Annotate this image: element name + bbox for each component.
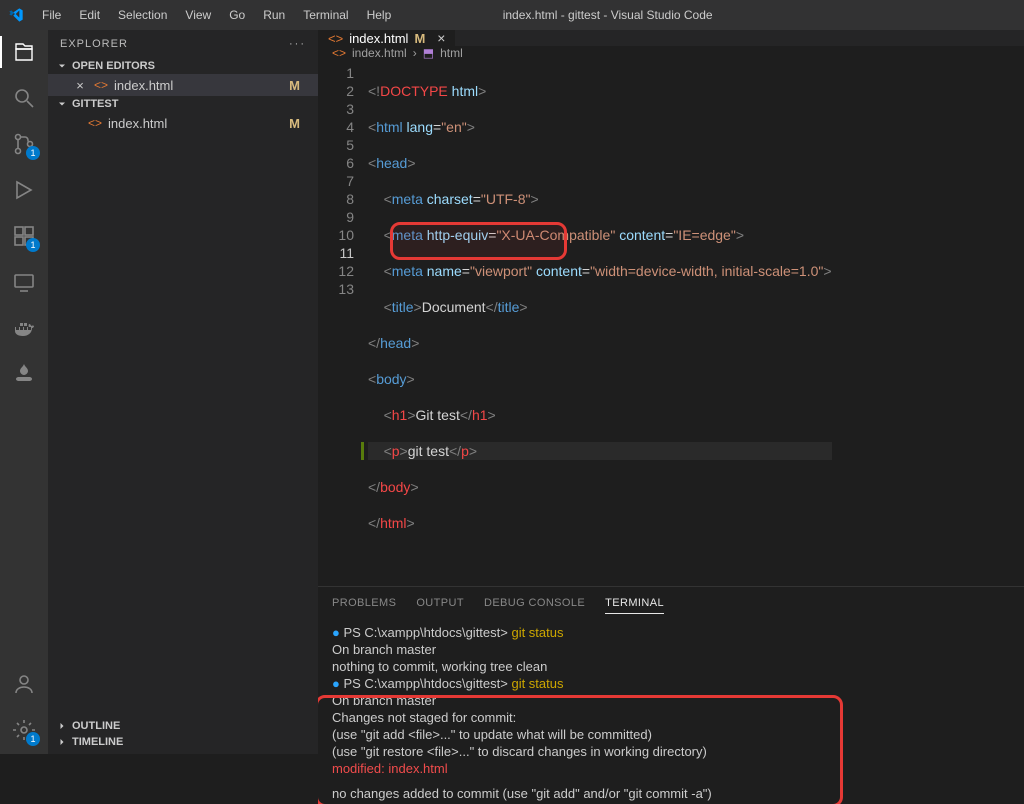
element-icon: ⬒	[423, 46, 434, 60]
editor-area: <> index.html M × <> index.html › ⬒ html…	[318, 30, 1024, 754]
timeline-section[interactable]: TIMELINE	[48, 734, 318, 750]
problems-tab[interactable]: PROBLEMS	[332, 593, 396, 614]
editor-tabs: <> index.html M ×	[318, 30, 1024, 46]
open-editor-item[interactable]: × <> index.html M	[48, 74, 318, 96]
panel-tabs: PROBLEMS OUTPUT DEBUG CONSOLE TERMINAL	[318, 587, 1024, 620]
tab-index-html[interactable]: <> index.html M ×	[318, 30, 456, 46]
menu-selection[interactable]: Selection	[110, 4, 175, 26]
remote-icon[interactable]	[10, 268, 38, 296]
html-file-icon: <>	[328, 31, 343, 46]
chevron-right-icon	[56, 720, 68, 732]
debug-console-tab[interactable]: DEBUG CONSOLE	[484, 593, 585, 614]
menu-view[interactable]: View	[177, 4, 219, 26]
html-file-icon: <>	[88, 116, 102, 130]
open-editor-filename: index.html	[114, 78, 283, 93]
extensions-badge: 1	[26, 238, 40, 252]
activity-bar: 1 1 1	[0, 30, 48, 754]
project-label: GITTEST	[72, 98, 118, 110]
menu-go[interactable]: Go	[221, 4, 253, 26]
chevron-right-icon	[56, 736, 68, 748]
code-editor[interactable]: 1 2 3 4 5 6 7 8 9 10 11 12 13 <!DOCTYPE …	[318, 60, 1024, 586]
scm-badge: 1	[26, 146, 40, 160]
code-content[interactable]: <!DOCTYPE html> <html lang="en"> <head> …	[368, 60, 832, 586]
docker-icon[interactable]	[10, 314, 38, 342]
html-file-icon: <>	[94, 78, 108, 92]
bottom-panel: PROBLEMS OUTPUT DEBUG CONSOLE TERMINAL ●…	[318, 586, 1024, 804]
account-icon[interactable]	[10, 670, 38, 698]
window-title: index.html - gittest - Visual Studio Cod…	[401, 8, 814, 22]
menu-edit[interactable]: Edit	[71, 4, 108, 26]
line-gutter: 1 2 3 4 5 6 7 8 9 10 11 12 13	[318, 60, 368, 586]
project-file-item[interactable]: <> index.html M	[48, 112, 318, 134]
search-icon[interactable]	[10, 84, 38, 112]
outline-label: OUTLINE	[72, 720, 120, 732]
menu-terminal[interactable]: Terminal	[295, 4, 356, 26]
menu-run[interactable]: Run	[255, 4, 293, 26]
terminal-tab[interactable]: TERMINAL	[605, 593, 664, 614]
breadcrumb-sep: ›	[413, 46, 417, 60]
outline-section[interactable]: OUTLINE	[48, 718, 318, 734]
extensions-icon[interactable]: 1	[10, 222, 38, 250]
run-debug-icon[interactable]	[10, 176, 38, 204]
timeline-label: TIMELINE	[72, 736, 123, 748]
breadcrumbs[interactable]: <> index.html › ⬒ html	[318, 46, 1024, 60]
terminal-content[interactable]: ● PS C:\xampp\htdocs\gittest> git status…	[318, 620, 1024, 804]
vscode-logo-icon	[8, 7, 24, 23]
explorer-sidebar: EXPLORER ··· OPEN EDITORS × <> index.htm…	[48, 30, 318, 754]
html-file-icon: <>	[332, 46, 346, 60]
explorer-icon[interactable]	[10, 38, 38, 66]
settings-badge: 1	[26, 732, 40, 746]
project-section[interactable]: GITTEST	[48, 96, 318, 112]
genie-icon[interactable]	[10, 360, 38, 388]
project-filename: index.html	[108, 116, 283, 131]
close-icon[interactable]: ×	[72, 78, 88, 93]
breadcrumb-element[interactable]: html	[440, 46, 463, 60]
explorer-title: EXPLORER	[60, 38, 128, 50]
breadcrumb-file[interactable]: index.html	[352, 46, 407, 60]
menu-help[interactable]: Help	[359, 4, 400, 26]
open-editors-label: OPEN EDITORS	[72, 60, 155, 72]
open-editors-section[interactable]: OPEN EDITORS	[48, 58, 318, 74]
tab-modified-badge: M	[414, 31, 425, 46]
settings-gear-icon[interactable]: 1	[10, 716, 38, 744]
menu-bar: File Edit Selection View Go Run Terminal…	[0, 0, 1024, 30]
modified-badge: M	[289, 116, 300, 131]
menu-file[interactable]: File	[34, 4, 69, 26]
modified-badge: M	[289, 78, 300, 93]
chevron-down-icon	[56, 60, 68, 72]
source-control-icon[interactable]: 1	[10, 130, 38, 158]
more-icon[interactable]: ···	[289, 38, 306, 50]
close-icon[interactable]: ×	[437, 30, 445, 46]
chevron-down-icon	[56, 98, 68, 110]
tab-name: index.html	[349, 31, 408, 46]
output-tab[interactable]: OUTPUT	[416, 593, 464, 614]
